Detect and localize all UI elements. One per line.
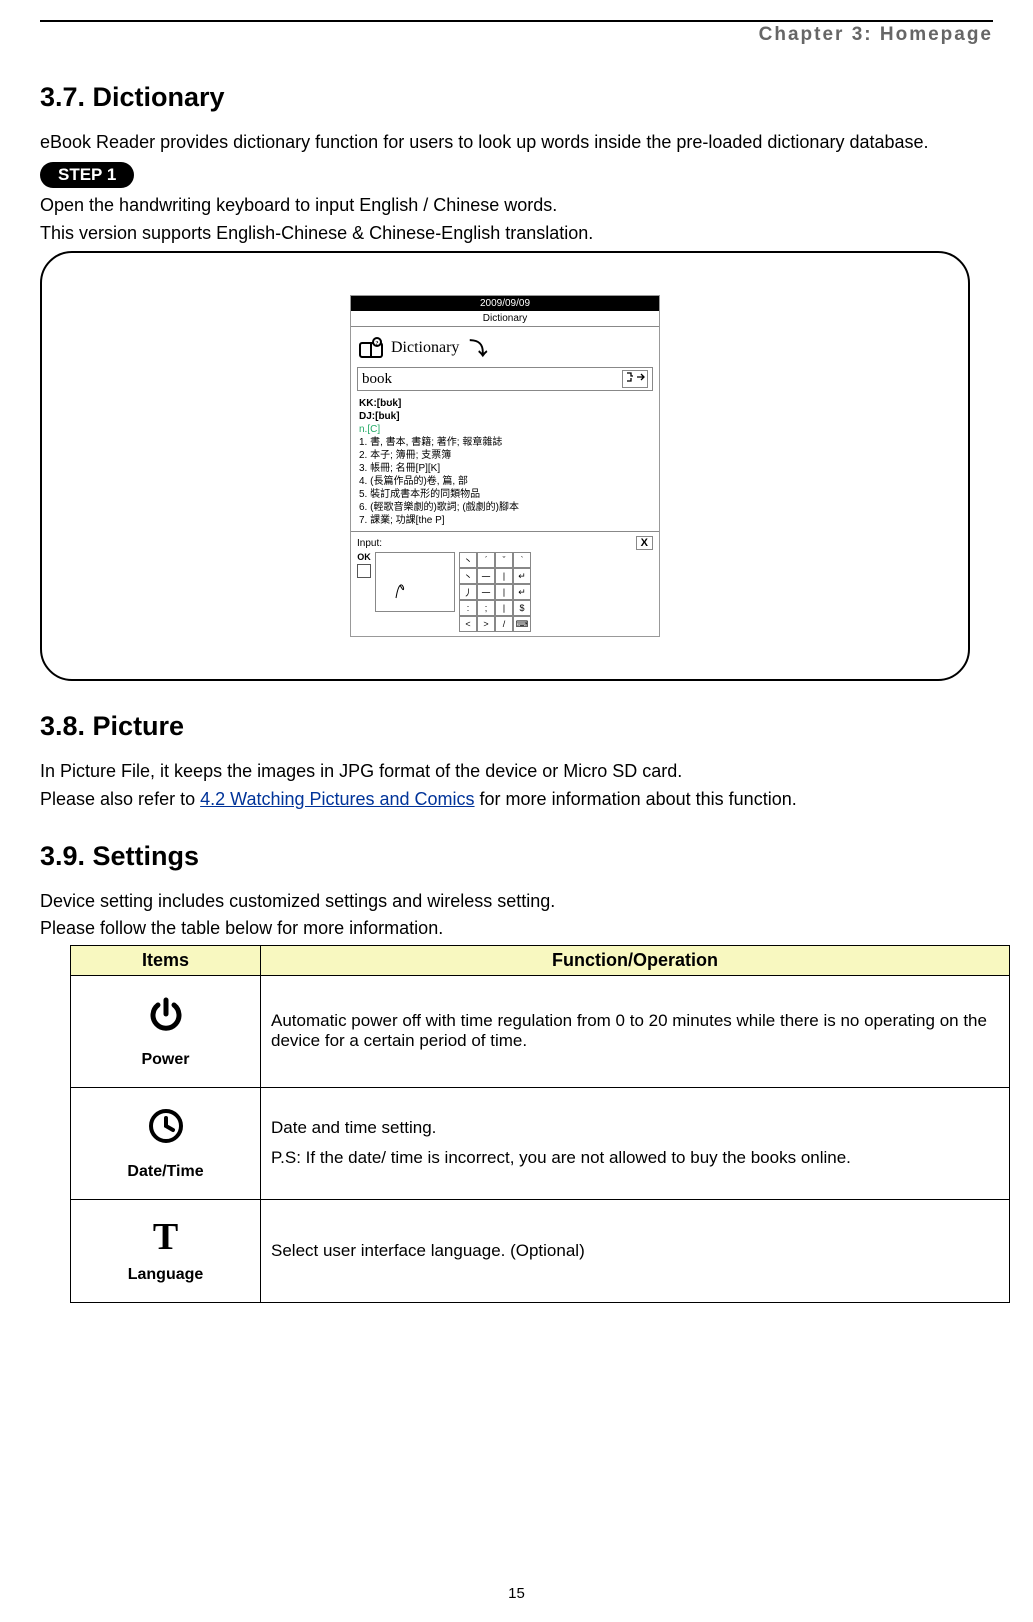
def-2: 2. 本子; 簿冊; 支票簿: [359, 449, 651, 462]
svg-text:?: ?: [376, 341, 379, 347]
down-arrow-icon: ⤵: [469, 335, 487, 361]
table-row-datetime: Date/Time Date and time setting. P.S: If…: [71, 1087, 1010, 1199]
table-row-language: T Language Select user interface languag…: [71, 1199, 1010, 1302]
step-1-line2: This version supports English-Chinese & …: [40, 222, 993, 245]
handwriting-pad: [375, 552, 455, 612]
ime-mode-square: [357, 564, 371, 578]
kk-pron: KK:[bʊk]: [359, 397, 651, 410]
go-icon: [622, 370, 648, 388]
step-1-pill: STEP 1: [40, 162, 134, 188]
dictionary-screenshot-frame: 2009/09/09 Dictionary ? Dictionary ⤵ boo…: [40, 251, 970, 681]
device-mode-bar: Dictionary: [351, 311, 659, 327]
th-func: Function/Operation: [261, 945, 1010, 975]
device-mock: 2009/09/09 Dictionary ? Dictionary ⤵ boo…: [350, 295, 660, 637]
section-3-8-line2: Please also refer to 4.2 Watching Pictur…: [40, 788, 993, 811]
datetime-desc-line2: P.S: If the date/ time is incorrect, you…: [271, 1148, 999, 1168]
clock-icon: [81, 1106, 250, 1153]
dictionary-icon: ?: [359, 337, 385, 359]
language-icon: T: [81, 1218, 250, 1256]
definitions-block: KK:[bʊk] DJ:[buk] n.[C] 1. 書, 書本, 書籍; 著作…: [351, 393, 659, 531]
step-1-line1: Open the handwriting keyboard to input E…: [40, 194, 993, 217]
table-row-power: Power Automatic power off with time regu…: [71, 975, 1010, 1087]
power-label: Power: [141, 1051, 189, 1068]
dictionary-title-text: Dictionary: [391, 339, 459, 357]
dictionary-title-row: ? Dictionary ⤵: [351, 327, 659, 365]
power-icon: [81, 994, 250, 1041]
section-3-9-line2: Please follow the table below for more i…: [40, 917, 993, 940]
dj-pron: DJ:[buk]: [359, 410, 651, 423]
def-5: 5. 裝訂成書本形的同類物品: [359, 488, 651, 501]
datetime-label: Date/Time: [127, 1163, 203, 1180]
datetime-desc-line1: Date and time setting.: [271, 1118, 999, 1138]
section-3-9-line1: Device setting includes customized setti…: [40, 890, 993, 913]
settings-table: Items Function/Operation Power Automatic…: [70, 945, 1010, 1303]
def-6: 6. (輕歌音樂劇的)歌詞; (戲劇的)腳本: [359, 501, 651, 514]
def-1: 1. 書, 書本, 書籍; 著作; 報章雜誌: [359, 436, 651, 449]
power-desc: Automatic power off with time regulation…: [261, 975, 1010, 1087]
def-3: 3. 帳冊; 名冊[P][K]: [359, 462, 651, 475]
datetime-desc: Date and time setting. P.S: If the date/…: [261, 1087, 1010, 1199]
ime-panel: Input: X OK 丶ˊˇˋ 丶一丨↵ 丿一丨↵ :;丨$ <>/⌨: [351, 531, 659, 636]
ok-label: OK: [357, 552, 371, 562]
language-label: Language: [128, 1266, 204, 1283]
ime-close-icon: X: [636, 536, 653, 550]
search-word: book: [362, 371, 392, 388]
ime-ok-col: OK: [357, 552, 371, 580]
xref-4-2-link[interactable]: 4.2 Watching Pictures and Comics: [200, 789, 474, 809]
chapter-header: Chapter 3: Homepage: [40, 20, 993, 46]
input-label: Input:: [357, 538, 382, 549]
def-7: 7. 課業; 功課[the P]: [359, 514, 651, 527]
th-items: Items: [71, 945, 261, 975]
def-4: 4. (長篇作品的)卷, 篇, 部: [359, 475, 651, 488]
section-3-9-title: 3.9. Settings: [40, 841, 993, 872]
section-3-7-intro: eBook Reader provides dictionary functio…: [40, 131, 993, 154]
part-of-speech: n.[C]: [359, 423, 651, 436]
section-3-8-line2-post: for more information about this function…: [475, 789, 797, 809]
key-grid: 丶ˊˇˋ 丶一丨↵ 丿一丨↵ :;丨$ <>/⌨: [459, 552, 531, 632]
language-desc: Select user interface language. (Optiona…: [261, 1199, 1010, 1302]
section-3-7-title: 3.7. Dictionary: [40, 82, 993, 113]
search-row: book: [357, 367, 653, 391]
device-date-bar: 2009/09/09: [351, 296, 659, 311]
section-3-8-title: 3.8. Picture: [40, 711, 993, 742]
page-number: 15: [0, 1585, 1033, 1602]
section-3-8-line2-pre: Please also refer to: [40, 789, 200, 809]
section-3-8-line1: In Picture File, it keeps the images in …: [40, 760, 993, 783]
